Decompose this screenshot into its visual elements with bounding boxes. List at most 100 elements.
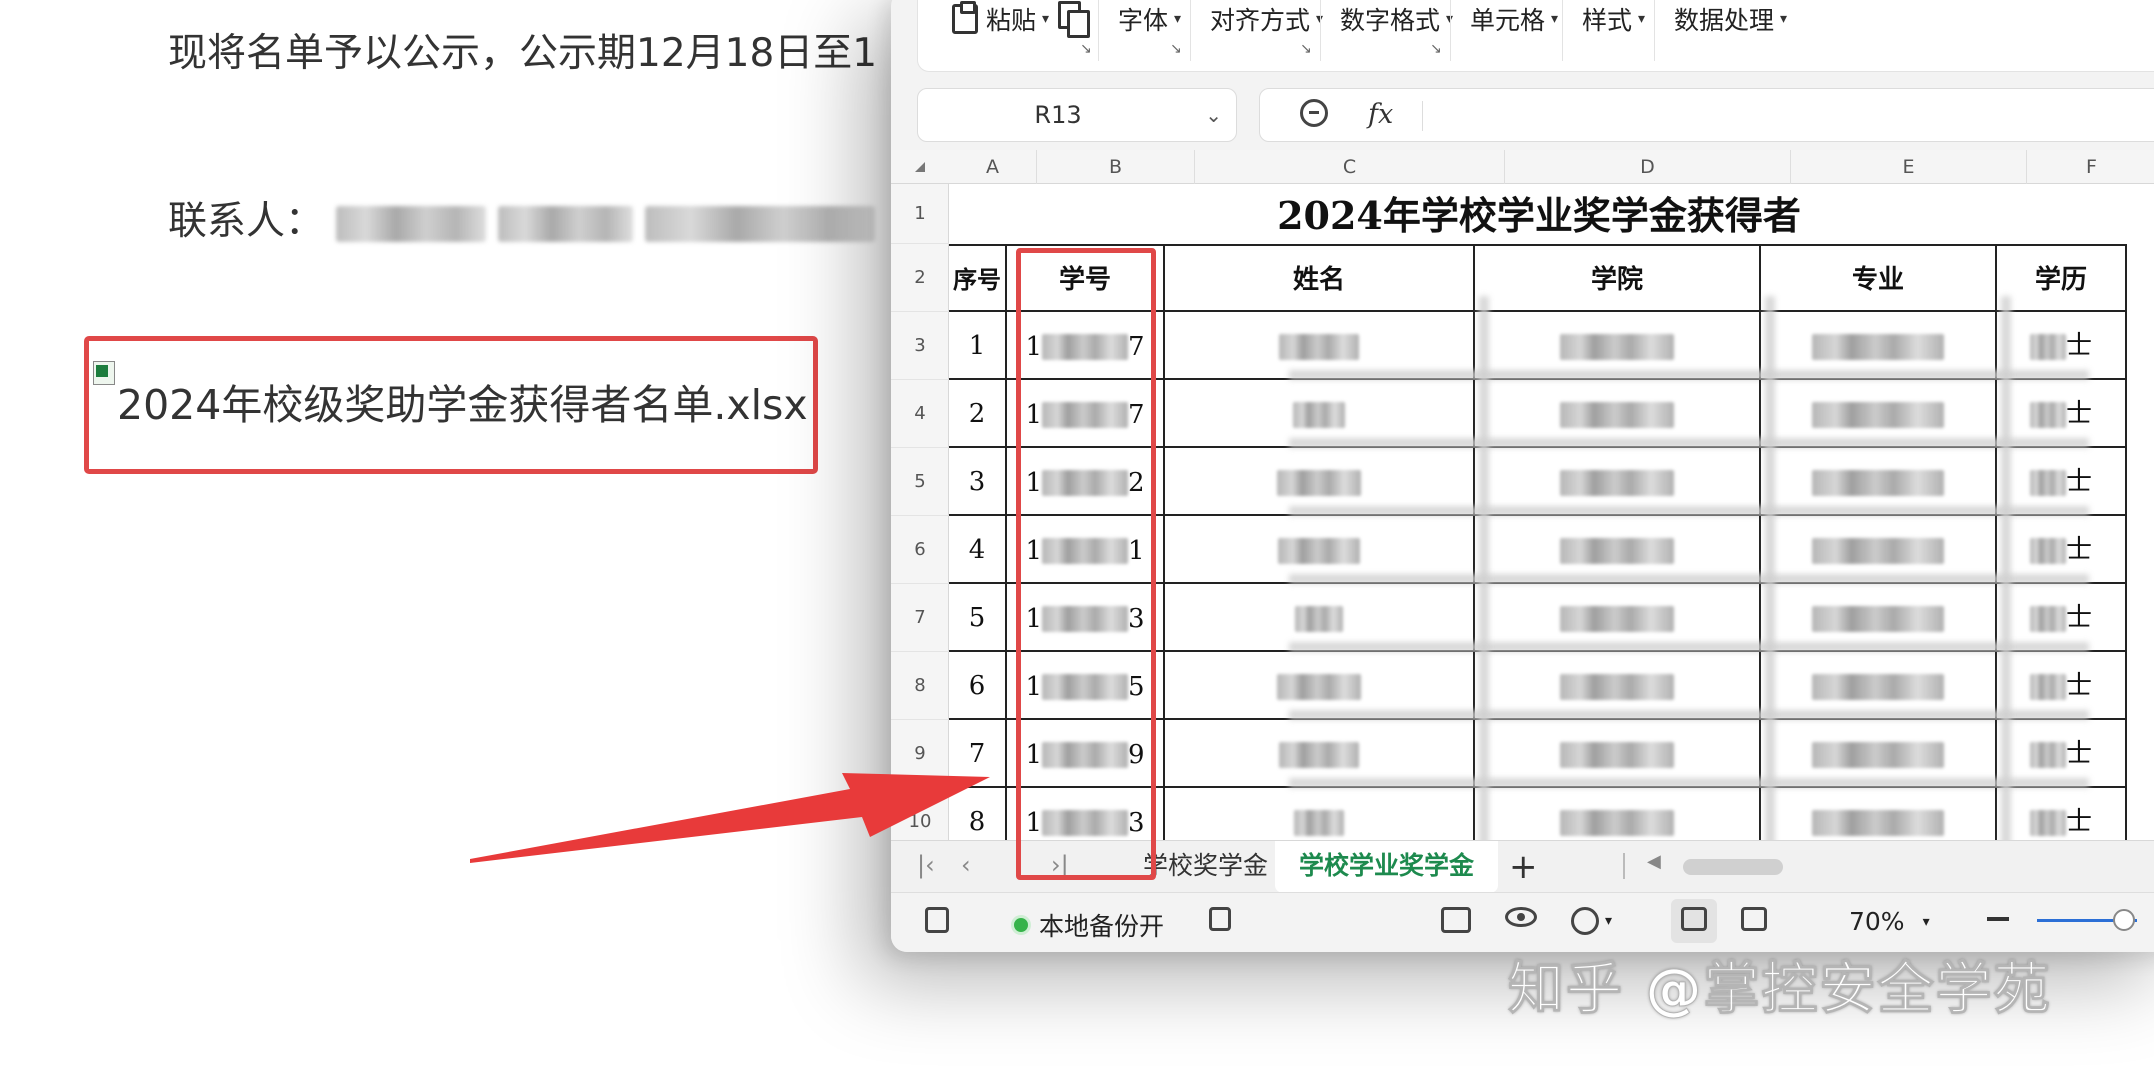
column-header[interactable]: A [949, 150, 1037, 184]
header-cell[interactable]: 学历 [1997, 244, 2127, 312]
redacted-college [1560, 606, 1674, 632]
redacted-degree [2029, 334, 2066, 360]
degree-cell[interactable]: 士 [1997, 788, 2127, 840]
paste-button[interactable]: 粘贴 ▾ [952, 1, 1049, 37]
data-menu[interactable]: 数据处理 ▾ [1674, 1, 1787, 37]
major-cell[interactable] [1761, 788, 1997, 840]
row-header[interactable]: 7 [891, 584, 949, 652]
font-label: 字体 [1118, 6, 1169, 35]
macro-icon[interactable] [925, 907, 949, 933]
redacted-phone [645, 205, 876, 242]
seq-cell[interactable]: 2 [949, 380, 1007, 448]
copy-button[interactable] [1058, 1, 1090, 38]
redacted-name [336, 205, 487, 242]
focus-mode-icon[interactable]: ▾ [1571, 907, 1612, 935]
chevron-down-icon: ▾ [1174, 11, 1182, 27]
header-cell[interactable]: 序号 [949, 244, 1007, 312]
blur-band [1479, 296, 1489, 840]
column-header[interactable]: B [1037, 150, 1195, 184]
select-all-corner[interactable] [915, 162, 925, 172]
column-header[interactable]: E [1791, 150, 2027, 184]
table-settings-icon[interactable] [1441, 907, 1471, 933]
row-header[interactable]: 3 [891, 312, 949, 380]
row-header[interactable]: 1 [891, 184, 949, 244]
contact-line: 联系人： [168, 190, 876, 246]
seq-cell[interactable]: 4 [949, 516, 1007, 584]
dialog-launcher-icon[interactable]: ↘ [1170, 41, 1182, 57]
header-cell[interactable]: 姓名 [1165, 244, 1475, 312]
sheet-tab-active[interactable]: 学校学业奖学金 [1275, 841, 1499, 893]
zoom-out-button[interactable] [1987, 917, 2009, 921]
redacted-degree [2029, 674, 2066, 700]
cell-label: 单元格 [1470, 6, 1546, 35]
attachment-link[interactable]: 2024年校级奖助学金获得者名单.xlsx [117, 371, 808, 431]
add-sheet-button[interactable]: + [1509, 847, 1538, 887]
number-format-label: 数字格式 [1340, 6, 1441, 35]
formula-bar[interactable]: fx [1259, 88, 2154, 142]
name-box-value: R13 [1034, 101, 1082, 129]
header-cell[interactable]: 学院 [1475, 244, 1761, 312]
row-header[interactable]: 2 [891, 244, 949, 312]
degree-tail: 士 [2065, 535, 2092, 565]
header-cell[interactable]: 专业 [1761, 244, 1997, 312]
redacted-degree [2029, 606, 2066, 632]
dialog-launcher-icon[interactable]: ↘ [1300, 41, 1312, 57]
seq-cell[interactable]: 3 [949, 448, 1007, 516]
sidebar-toggle-icon[interactable] [1209, 907, 1231, 931]
dialog-launcher-icon[interactable]: ↘ [1430, 41, 1442, 57]
zoom-out-icon[interactable] [1300, 99, 1328, 127]
redacted-name [1278, 538, 1360, 564]
dialog-launcher-icon[interactable]: ↘ [1080, 41, 1092, 57]
normal-view-icon[interactable] [1681, 907, 1707, 931]
column-header[interactable]: F [2027, 150, 2154, 184]
redacted-major [1812, 470, 1944, 496]
redacted-name [1293, 402, 1345, 428]
sheet-title-cell[interactable]: 2024年学校学业奖学金获得者 [949, 184, 2129, 244]
style-menu[interactable]: 样式 ▾ [1582, 1, 1645, 37]
data-label: 数据处理 [1674, 6, 1775, 35]
row-header[interactable]: 6 [891, 516, 949, 584]
number-format-menu[interactable]: 数字格式▾ [1340, 1, 1453, 37]
backup-status-icon [1011, 915, 1031, 935]
chevron-down-icon[interactable]: ⌄ [1205, 103, 1222, 127]
row-header[interactable]: 8 [891, 652, 949, 720]
font-menu[interactable]: 字体 ▾ [1118, 1, 1181, 37]
eye-protection-icon[interactable] [1505, 907, 1537, 927]
degree-tail: 士 [2065, 331, 2092, 361]
blur-band [2001, 296, 2011, 840]
alignment-menu[interactable]: 对齐方式▾ [1210, 1, 1323, 37]
redacted-major [1812, 810, 1944, 836]
chevron-down-icon: ▾ [1922, 913, 1930, 930]
redacted-name [1277, 674, 1361, 700]
redacted-major [1812, 538, 1944, 564]
backup-status[interactable]: 本地备份开 [1011, 907, 1164, 943]
redacted-name [1279, 742, 1359, 768]
column-header[interactable]: D [1505, 150, 1791, 184]
scroll-left-icon[interactable]: ◀ [1647, 851, 1661, 872]
blur-band [1289, 370, 2089, 380]
redacted-college [1560, 402, 1674, 428]
blur-band [1289, 438, 2089, 448]
name-box[interactable]: R13 ⌄ [917, 88, 1237, 142]
page-view-icon[interactable] [1741, 907, 1767, 931]
seq-cell[interactable]: 6 [949, 652, 1007, 720]
name-cell[interactable] [1165, 788, 1475, 840]
fx-icon[interactable]: fx [1368, 99, 1393, 130]
notice-text: 现将名单予以公示，公示期12月18日至1 [168, 31, 878, 76]
row-header[interactable]: 4 [891, 380, 949, 448]
cell-menu[interactable]: 单元格 ▾ [1470, 1, 1558, 37]
seq-cell[interactable]: 5 [949, 584, 1007, 652]
zoom-slider-handle[interactable] [2113, 909, 2135, 931]
degree-tail: 士 [2065, 739, 2092, 769]
blur-band [1289, 778, 2089, 788]
redacted-major [1812, 742, 1944, 768]
column-header[interactable]: C [1195, 150, 1505, 184]
id-column-highlight-box [1016, 248, 1156, 880]
zoom-level[interactable]: 70% ▾ [1849, 907, 1930, 936]
redacted-name [498, 205, 634, 242]
seq-cell[interactable]: 1 [949, 312, 1007, 380]
horizontal-scrollbar[interactable] [1683, 859, 1783, 875]
college-cell[interactable] [1475, 788, 1761, 840]
row-header[interactable]: 5 [891, 448, 949, 516]
chevron-down-icon: ▾ [1780, 11, 1788, 27]
